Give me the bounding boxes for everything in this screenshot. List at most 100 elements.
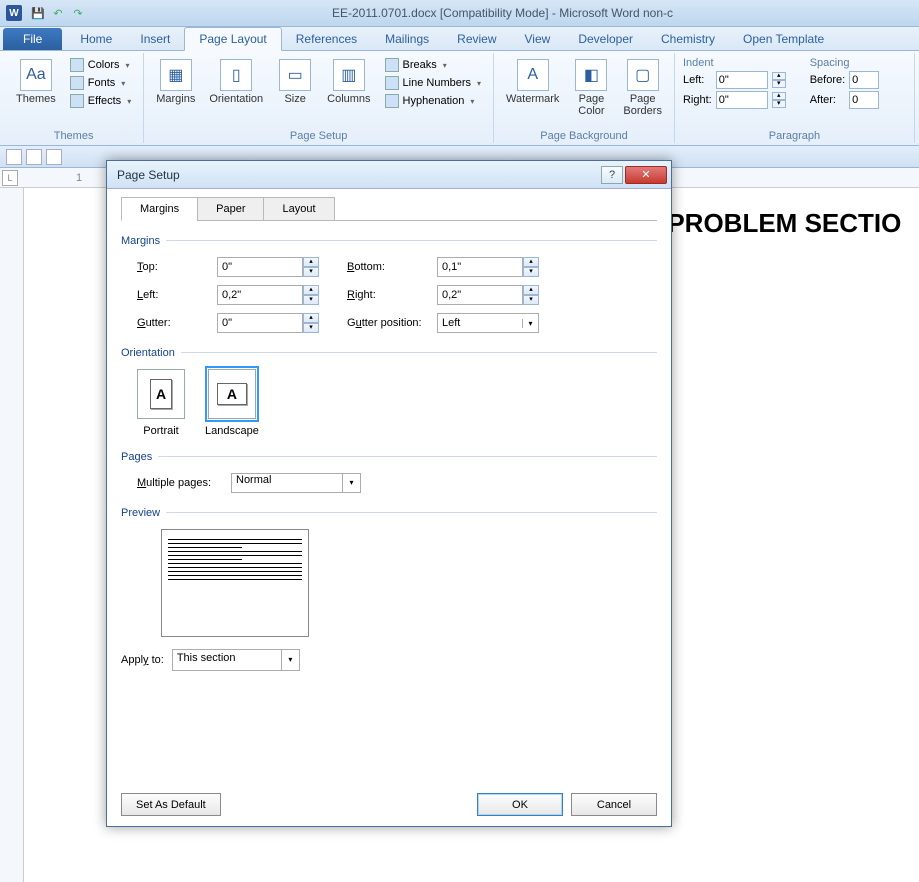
size-button[interactable]: ▭Size	[273, 57, 317, 107]
indent-left-input[interactable]	[716, 71, 768, 89]
group-label-background: Page Background	[494, 130, 674, 142]
fonts-button[interactable]: Fonts ▾	[66, 75, 135, 91]
effects-label: Effects	[88, 95, 121, 107]
top-spinner[interactable]: ▴▾	[303, 257, 319, 277]
orientation-icon: ▯	[220, 59, 252, 91]
section-preview: Preview Apply to: This section▾	[121, 503, 657, 671]
quick-access-toolbar: 💾 ↶ ↷	[30, 5, 86, 21]
toolbar-icon-3[interactable]	[46, 149, 62, 165]
help-button[interactable]: ?	[601, 166, 623, 184]
themes-icon: Aa	[20, 59, 52, 91]
fonts-label: Fonts	[88, 77, 116, 89]
section-orientation: Orientation A Portrait A Landscape	[121, 343, 657, 437]
tab-mailings[interactable]: Mailings	[371, 28, 443, 50]
effects-button[interactable]: Effects▾	[66, 93, 135, 109]
margins-section-label: Margins	[121, 235, 160, 247]
top-input[interactable]	[217, 257, 303, 277]
ruler-corner[interactable]: L	[2, 170, 18, 186]
portrait-label: Portrait	[143, 425, 178, 437]
dlg-tab-paper[interactable]: Paper	[197, 197, 264, 221]
landscape-label: Landscape	[205, 425, 259, 437]
left-spinner[interactable]: ▴▾	[303, 285, 319, 305]
landscape-option[interactable]: A Landscape	[205, 369, 259, 437]
apply-to-value: This section	[173, 650, 281, 670]
dlg-tab-margins[interactable]: Margins	[121, 197, 198, 221]
tab-developer[interactable]: Developer	[564, 28, 647, 50]
tab-references[interactable]: References	[282, 28, 371, 50]
page-borders-icon: ▢	[627, 59, 659, 91]
margins-icon: ▦	[160, 59, 192, 91]
tab-page-layout[interactable]: Page Layout	[184, 27, 281, 51]
tab-open-template[interactable]: Open Template	[729, 28, 838, 50]
chevron-down-icon: ▾	[121, 79, 125, 88]
chevron-down-icon: ▾	[342, 474, 360, 492]
colors-label: Colors	[88, 59, 120, 71]
vertical-ruler[interactable]	[0, 188, 24, 882]
qat-save-icon[interactable]: 💾	[30, 5, 46, 21]
apply-to-select[interactable]: This section▾	[172, 649, 300, 671]
spacing-before-input[interactable]	[849, 71, 879, 89]
dialog-buttons: Set As Default OK Cancel	[121, 793, 657, 816]
chevron-down-icon: ▾	[470, 97, 474, 106]
qat-undo-icon[interactable]: ↶	[50, 5, 66, 21]
tab-home[interactable]: Home	[66, 28, 126, 50]
breaks-icon	[385, 58, 399, 72]
right-spinner[interactable]: ▴▾	[523, 285, 539, 305]
chevron-down-icon: ▾	[281, 650, 299, 670]
gutter-position-label: Gutter position:	[347, 317, 437, 329]
toolbar-icon-1[interactable]	[6, 149, 22, 165]
window-title: EE-2011.0701.docx [Compatibility Mode] -…	[86, 6, 919, 20]
indent-right-label: Right:	[683, 94, 712, 106]
portrait-option[interactable]: A Portrait	[137, 369, 185, 437]
colors-button[interactable]: Colors▾	[66, 57, 135, 73]
watermark-button[interactable]: AWatermark	[502, 57, 563, 107]
indent-right-input[interactable]	[716, 91, 768, 109]
pages-section-label: Pages	[121, 451, 152, 463]
tab-review[interactable]: Review	[443, 28, 510, 50]
tab-chemistry[interactable]: Chemistry	[647, 28, 729, 50]
title-bar: W 💾 ↶ ↷ EE-2011.0701.docx [Compatibility…	[0, 0, 919, 27]
margins-label: Margins	[156, 93, 195, 105]
spacing-after-input[interactable]	[849, 91, 879, 109]
cancel-button[interactable]: Cancel	[571, 793, 657, 816]
line-numbers-button[interactable]: Line Numbers▾	[381, 75, 486, 91]
toolbar-icon-2[interactable]	[26, 149, 42, 165]
hyphenation-button[interactable]: Hyphenation▾	[381, 93, 486, 109]
columns-button[interactable]: ▥Columns	[323, 57, 374, 107]
close-button[interactable]: ✕	[625, 166, 667, 184]
preview-image	[161, 529, 309, 637]
multiple-pages-select[interactable]: Normal▾	[231, 473, 361, 493]
gutter-spinner[interactable]: ▴▾	[303, 313, 319, 333]
right-input[interactable]	[437, 285, 523, 305]
orientation-button[interactable]: ▯Orientation	[205, 57, 267, 107]
bottom-input[interactable]	[437, 257, 523, 277]
file-tab[interactable]: File	[3, 28, 62, 50]
dialog-titlebar[interactable]: Page Setup ? ✕	[107, 161, 671, 189]
ok-button[interactable]: OK	[477, 793, 563, 816]
set-default-button[interactable]: Set As Default	[121, 793, 221, 816]
tab-view[interactable]: View	[511, 28, 565, 50]
group-label-themes: Themes	[4, 130, 143, 142]
section-margins: Margins TTop:op: ▴▾ Bottom: ▴▾ Left: ▴▾ …	[121, 231, 657, 333]
top-label: TTop:op:	[137, 261, 217, 273]
indent-left-spinner[interactable]: ▴▾	[772, 72, 786, 88]
margins-button[interactable]: ▦ Margins	[152, 57, 199, 107]
tab-insert[interactable]: Insert	[126, 28, 184, 50]
gutter-position-select[interactable]: Left▾	[437, 313, 539, 333]
gutter-input[interactable]	[217, 313, 303, 333]
page-color-button[interactable]: ◧Page Color	[569, 57, 613, 119]
dlg-tab-layout[interactable]: Layout	[263, 197, 334, 221]
themes-button[interactable]: Aa Themes	[12, 57, 60, 107]
page-borders-button[interactable]: ▢Page Borders	[619, 57, 666, 119]
breaks-button[interactable]: Breaks▾	[381, 57, 486, 73]
indent-right-spinner[interactable]: ▴▾	[772, 92, 786, 108]
page-color-icon: ◧	[575, 59, 607, 91]
qat-redo-icon[interactable]: ↷	[70, 5, 86, 21]
bottom-spinner[interactable]: ▴▾	[523, 257, 539, 277]
right-label: Right:	[347, 289, 437, 301]
ribbon-tabs: File Home Insert Page Layout References …	[0, 27, 919, 51]
columns-icon: ▥	[333, 59, 365, 91]
left-input[interactable]	[217, 285, 303, 305]
apply-to-label: Apply to:	[121, 654, 164, 666]
chevron-down-icon: ▾	[522, 319, 538, 328]
